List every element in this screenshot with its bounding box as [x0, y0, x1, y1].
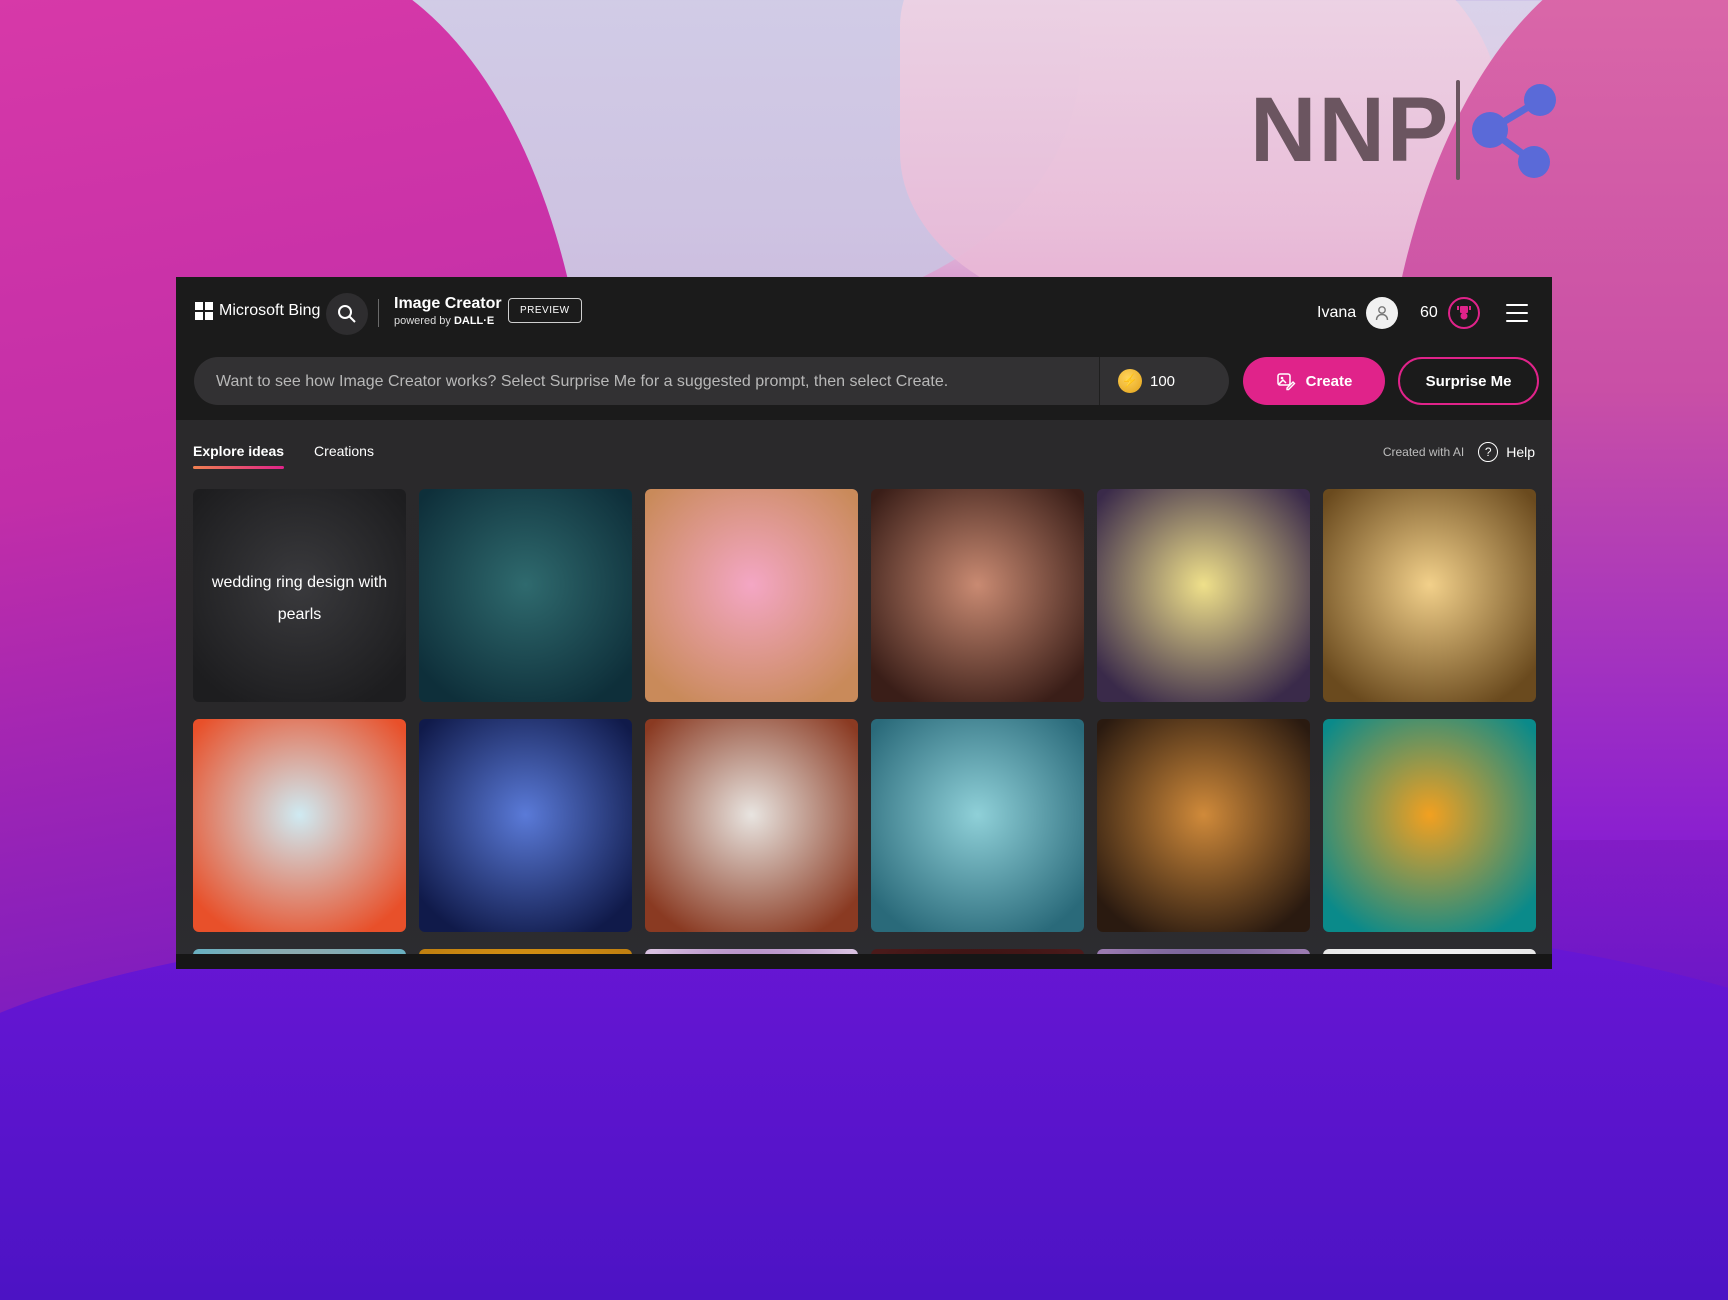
logo-text: NNP [1250, 78, 1451, 181]
gallery-tile[interactable] [645, 719, 858, 932]
prompt-input[interactable] [194, 357, 1078, 407]
image-creator-window: Microsoft Bing Image Creator powered by … [176, 277, 1552, 969]
header-divider [378, 299, 379, 327]
logo-divider [1456, 80, 1461, 180]
hamburger-icon-line [1506, 304, 1528, 306]
create-label: Create [1305, 372, 1353, 390]
microsoft-bing-link[interactable]: Microsoft Bing [195, 302, 320, 320]
gallery-tile[interactable] [1097, 719, 1310, 932]
gallery-tile[interactable] [871, 489, 1084, 702]
gallery-grid: wedding ring design with pearls [193, 489, 1536, 969]
rewards[interactable]: 60 [1420, 297, 1480, 329]
user-name: Ivana [1317, 304, 1357, 321]
gallery-tile[interactable] [1323, 719, 1536, 932]
app-title: Image Creator [394, 295, 502, 312]
gallery-tile[interactable] [193, 719, 406, 932]
bottom-edge [176, 954, 1552, 969]
nnp-logo: NNP [1250, 78, 1560, 181]
search-button[interactable] [326, 293, 368, 335]
hamburger-menu-button[interactable] [1506, 304, 1528, 322]
header: Microsoft Bing Image Creator powered by … [176, 277, 1552, 407]
tabs: Explore ideas Creations [193, 443, 374, 469]
gallery-tile[interactable] [1097, 489, 1310, 702]
trophy-icon [1447, 297, 1480, 329]
user-icon [1375, 306, 1389, 321]
tab-explore-ideas[interactable]: Explore ideas [193, 443, 285, 469]
boosts-counter[interactable]: ⚡ 100 [1099, 357, 1175, 405]
gallery-tile[interactable] [645, 489, 858, 702]
gallery-tile[interactable]: wedding ring design with pearls [193, 489, 406, 702]
brand-label: Microsoft Bing [219, 302, 321, 319]
share-icon [1472, 84, 1557, 178]
create-button[interactable]: Create [1243, 357, 1385, 405]
boosts-count: 100 [1150, 372, 1176, 390]
help-link[interactable]: ? Help [1478, 442, 1535, 462]
prompt-bar: ⚡ 100 [194, 357, 1229, 407]
search-icon [338, 305, 356, 323]
surprise-me-button[interactable]: Surprise Me [1398, 357, 1539, 405]
gallery-tile[interactable] [419, 489, 632, 702]
right-links: Created with AI ? Help [1383, 442, 1535, 462]
help-label: Help [1506, 444, 1535, 460]
image-edit-icon [1276, 373, 1296, 391]
wallpaper-shape [380, 0, 1080, 320]
created-with-ai-link[interactable]: Created with AI [1383, 445, 1464, 459]
gallery-tile[interactable] [419, 719, 632, 932]
gallery-tile[interactable] [871, 719, 1084, 932]
preview-badge: PREVIEW [508, 298, 582, 323]
rewards-count: 60 [1420, 304, 1438, 321]
user-account[interactable]: Ivana [1317, 297, 1399, 329]
help-icon: ? [1478, 442, 1499, 462]
boost-coin-icon: ⚡ [1118, 369, 1142, 393]
windows-logo-icon [195, 302, 213, 320]
tab-creations[interactable]: Creations [314, 443, 374, 469]
gallery-tile[interactable] [1323, 489, 1536, 702]
app-title-block[interactable]: Image Creator powered by DALL·E [394, 295, 502, 327]
powered-by: powered by DALL·E [394, 315, 495, 327]
tile-caption: wedding ring design with pearls [211, 574, 388, 623]
avatar [1366, 297, 1399, 329]
